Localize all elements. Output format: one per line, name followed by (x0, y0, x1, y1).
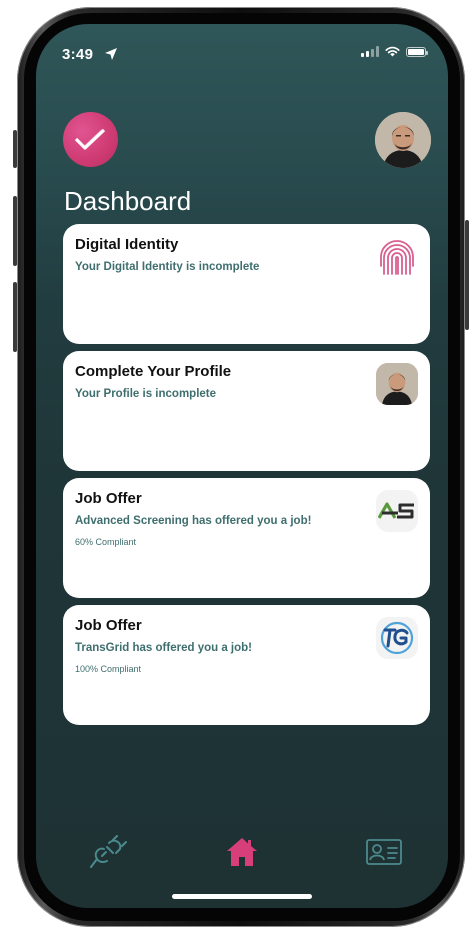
profile-avatar (376, 363, 418, 405)
status-indicators (361, 46, 428, 57)
card-subtitle: Advanced Screening has offered you a job… (75, 515, 312, 527)
card-subtitle: Your Profile is incomplete (75, 388, 217, 400)
app-screen: 3:49 Dashboard Digital Identity Your Dig… (36, 24, 448, 908)
plug-connect-icon (90, 835, 127, 868)
card-digital-identity[interactable]: Digital Identity Your Digital Identity i… (63, 224, 430, 344)
wifi-icon (385, 46, 400, 57)
card-title: Job Offer (75, 490, 142, 507)
location-arrow-icon (105, 48, 117, 60)
compliance-status: 100% Compliant (75, 664, 142, 674)
app-logo-checkmark-icon[interactable] (63, 112, 118, 167)
card-title: Digital Identity (75, 236, 179, 253)
cellular-signal-icon (361, 46, 379, 57)
power-button (465, 220, 469, 330)
card-title: Job Offer (75, 617, 142, 634)
compliance-status: 60% Compliant (75, 537, 137, 547)
tab-home[interactable] (220, 830, 264, 874)
home-indicator[interactable] (172, 894, 312, 899)
page-title: Dashboard (64, 186, 192, 216)
id-card-icon (366, 839, 402, 865)
card-job-offer-advanced-screening[interactable]: Job Offer Advanced Screening has offered… (63, 478, 430, 598)
phone-device: 3:49 Dashboard Digital Identity Your Dig… (0, 0, 473, 932)
home-icon (227, 838, 257, 866)
card-subtitle: TransGrid has offered you a job! (75, 642, 253, 654)
tab-connect[interactable] (86, 830, 130, 874)
card-subtitle: Your Digital Identity is incomplete (75, 261, 260, 273)
as-logo (376, 490, 418, 532)
user-avatar[interactable] (375, 112, 431, 168)
card-job-offer-transgrid[interactable]: Job Offer TransGrid has offered you a jo… (63, 605, 430, 725)
status-time: 3:49 (62, 46, 94, 63)
battery-icon (406, 46, 428, 57)
card-title: Complete Your Profile (75, 363, 232, 380)
tab-id-card[interactable] (362, 830, 406, 874)
tg-logo (376, 617, 418, 659)
fingerprint-icon (380, 240, 414, 275)
card-complete-profile[interactable]: Complete Your Profile Your Profile is in… (63, 351, 430, 471)
